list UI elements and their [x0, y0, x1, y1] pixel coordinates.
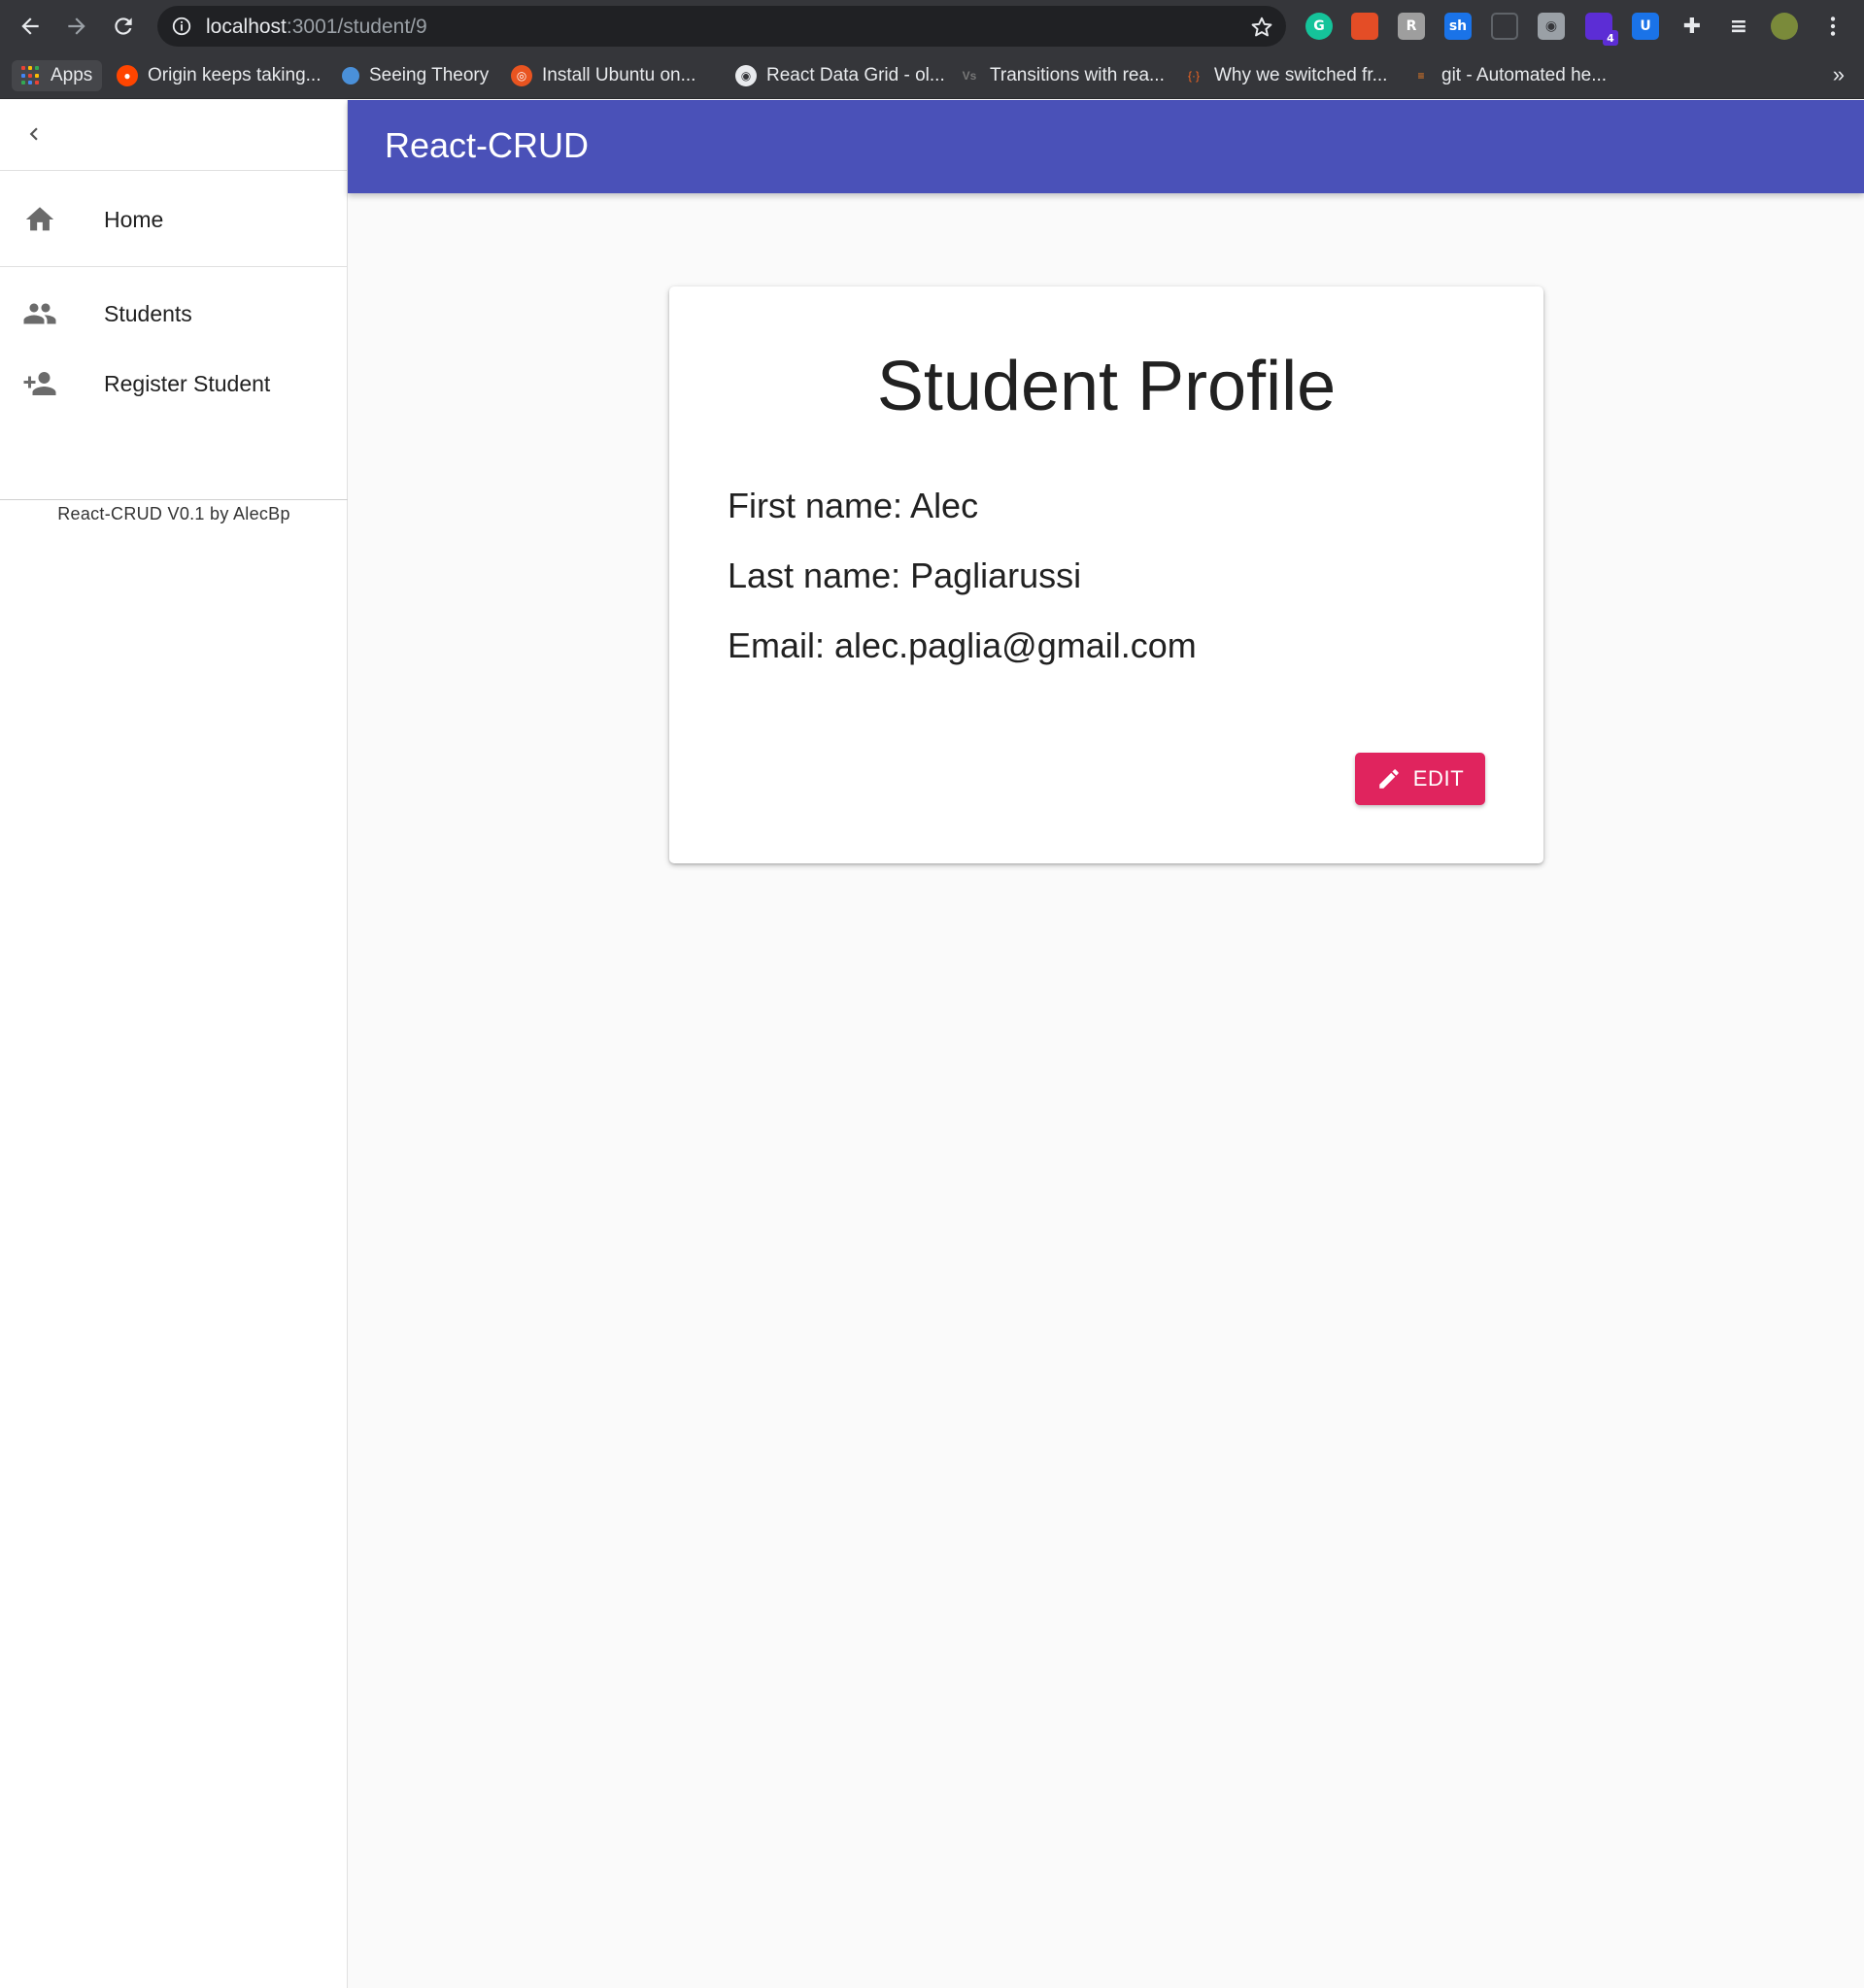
extension-sh-icon[interactable]: sh: [1444, 13, 1472, 40]
bookmark-item[interactable]: ◉ React Data Grid - ol...: [735, 60, 945, 91]
bookmark-star-icon[interactable]: [1249, 15, 1274, 40]
circle-icon: [342, 67, 359, 84]
first-name-text: First name: Alec: [728, 486, 979, 525]
puzzle-icon[interactable]: ✚: [1678, 13, 1706, 40]
reload-button[interactable]: [105, 8, 142, 45]
bookmark-apps[interactable]: Apps: [12, 60, 103, 91]
braces-icon: {·}: [1187, 69, 1200, 83]
reading-list-icon[interactable]: ≡: [1725, 13, 1752, 40]
edit-button[interactable]: EDIT: [1355, 753, 1485, 805]
drawer-item-label: Home: [104, 206, 164, 232]
collapse-drawer-button[interactable]: [19, 119, 49, 149]
bookmark-label: React Data Grid - ol...: [766, 65, 945, 85]
drawer-item-label: Register Student: [104, 370, 271, 396]
bookmark-label: Why we switched fr...: [1214, 65, 1388, 85]
reload-icon: [115, 17, 132, 35]
drawer-item-register-student[interactable]: Register Student: [0, 349, 347, 419]
bookmark-label: Transitions with rea...: [990, 65, 1165, 85]
navigation-drawer: Home Students Register Student React-CRU…: [0, 100, 348, 1988]
extension-badge: 4: [1603, 30, 1618, 46]
bookmark-item[interactable]: Seeing Theory: [342, 60, 489, 91]
bookmark-apps-label: Apps: [51, 65, 93, 85]
bookmark-item[interactable]: Vs Transitions with rea...: [959, 60, 1165, 91]
last-name-text: Last name: Pagliarussi: [728, 556, 1082, 595]
more-bookmarks-button[interactable]: »: [1833, 62, 1845, 87]
extension-shield-icon[interactable]: U: [1632, 13, 1659, 40]
drawer-item-home[interactable]: Home: [0, 185, 347, 254]
bookmarks-bar: Apps ● Origin keeps taking... Seeing The…: [0, 52, 1864, 99]
browser-menu-button[interactable]: [1814, 8, 1851, 45]
chevron-left-icon: [29, 127, 38, 141]
bookmark-label: git - Automated he...: [1441, 65, 1608, 85]
url-text[interactable]: localhost:3001/student/9: [206, 16, 427, 39]
apps-grid-icon: [21, 66, 41, 85]
camera-icon[interactable]: ◉: [1538, 13, 1565, 40]
bookmark-item[interactable]: {·} Why we switched fr...: [1183, 60, 1387, 91]
url-path: :3001/student/9: [286, 16, 427, 38]
profile-avatar-icon[interactable]: [1771, 13, 1798, 40]
edit-button-label: EDIT: [1412, 766, 1465, 791]
bookmark-item[interactable]: ● Origin keeps taking...: [117, 60, 321, 91]
app-title: React-CRUD: [385, 125, 590, 165]
pencil-icon: [1378, 769, 1399, 789]
vs-icon: Vs: [962, 69, 977, 83]
drawer-item-label: Students: [104, 300, 192, 326]
reddit-icon: ●: [117, 65, 138, 86]
people-icon: [21, 295, 58, 332]
arrow-right-icon: [68, 17, 85, 35]
person-add-icon: [21, 365, 58, 402]
drawer-footer-divider: [0, 499, 348, 500]
grammarly-icon[interactable]: G: [1305, 13, 1333, 40]
arrow-left-icon: [21, 17, 39, 35]
extension-circle-icon[interactable]: [1491, 13, 1518, 40]
url-host: localhost: [206, 16, 287, 38]
back-button[interactable]: [12, 8, 49, 45]
stackoverflow-icon: ≡: [1417, 69, 1425, 83]
extension-badge-icon[interactable]: 4: [1585, 13, 1618, 46]
bookmark-label: Origin keeps taking...: [148, 65, 322, 85]
browser-toolbar: localhost:3001/student/9 G Rsh ◉ 4 U ✚ ≡: [0, 0, 1864, 52]
app-bar: React-CRUD: [348, 100, 1864, 193]
home-icon: [21, 201, 58, 238]
extension-gray-icon[interactable]: R: [1398, 13, 1425, 40]
drawer-list: Home Students Register Student: [0, 171, 347, 419]
email-text: Email: alec.paglia@gmail.com: [728, 625, 1197, 665]
page-title: Student Profile: [876, 348, 1337, 425]
bookmark-item[interactable]: ◎ Install Ubuntu on...: [511, 60, 695, 91]
drawer-header: [0, 100, 347, 171]
ubuntu-icon: ◎: [511, 65, 532, 86]
drawer-footer-text: React-CRUD V0.1 by AlecBp: [57, 504, 290, 523]
drawer-divider: [0, 266, 347, 267]
drawer-item-students[interactable]: Students: [0, 279, 347, 349]
bookmark-item[interactable]: ≡ git - Automated he...: [1410, 60, 1607, 91]
extension-red-icon[interactable]: [1351, 13, 1378, 40]
address-bar[interactable]: localhost:3001/student/9: [157, 6, 1286, 47]
student-profile-card: Student Profile First name: Alec Last na…: [669, 286, 1543, 863]
forward-button[interactable]: [58, 8, 95, 45]
globe-icon: ◉: [735, 65, 757, 86]
more-vert-icon: [1830, 17, 1836, 36]
info-icon[interactable]: [171, 16, 192, 37]
bookmark-label: Install Ubuntu on...: [542, 65, 696, 85]
bookmark-label: Seeing Theory: [369, 65, 490, 85]
